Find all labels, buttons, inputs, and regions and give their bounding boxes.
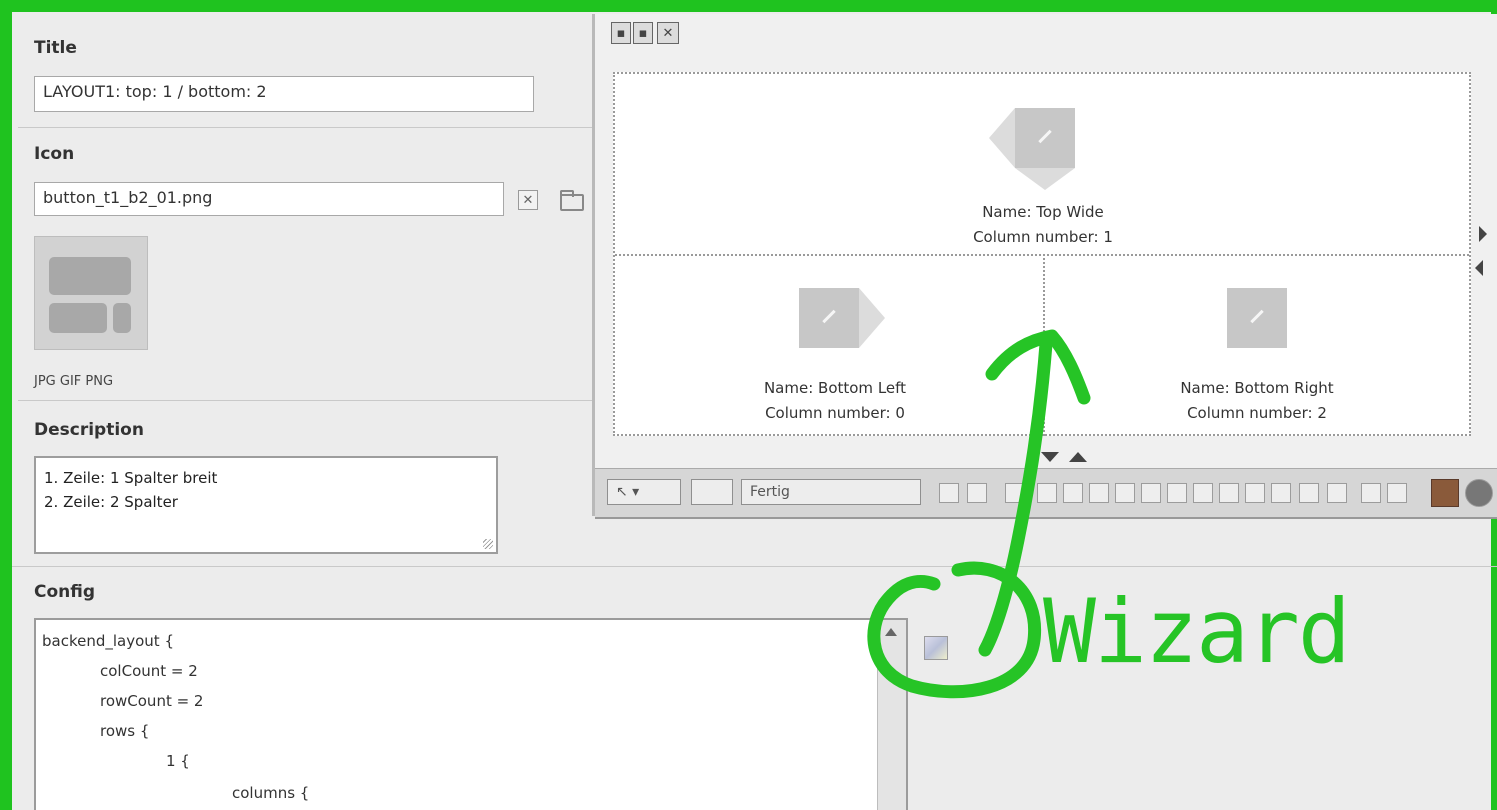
toolbar-icon[interactable] [1193, 483, 1213, 503]
icon-preview-image [34, 236, 148, 350]
toolbar-icon[interactable] [1219, 483, 1239, 503]
toolbar-icon[interactable] [1271, 483, 1291, 503]
cell-column-number: Column number: 1 [973, 228, 1113, 246]
new-page-icon[interactable] [1005, 483, 1025, 503]
toolbar-icon[interactable] [1327, 483, 1347, 503]
toolbar-icon[interactable] [1063, 483, 1083, 503]
grid-wizard-window: ▪ ▪ ✕ Name: Top Wide Column number: 1 Na… [592, 14, 1497, 519]
edit-top-cell-pencil-icon[interactable] [989, 108, 1075, 190]
divider [18, 400, 596, 401]
toolbar-icon[interactable] [1141, 483, 1161, 503]
config-line: 1 { [166, 752, 190, 770]
description-line: 2. Zeile: 2 Spalter [44, 493, 178, 511]
browser-status-toolbar: ↖ ▾ Fertig [595, 468, 1497, 519]
cell-column-number: Column number: 2 [1187, 404, 1327, 422]
toolbar-icon[interactable] [1299, 483, 1319, 503]
toolbar-icon[interactable] [1361, 483, 1381, 503]
clear-icon[interactable]: ✕ [518, 190, 538, 210]
cell-name: Name: Top Wide [982, 203, 1104, 221]
title-input[interactable]: LAYOUT1: top: 1 / bottom: 2 [34, 76, 534, 112]
toolbar-icon[interactable] [967, 483, 987, 503]
toolbar-icon[interactable] [1245, 483, 1265, 503]
config-line: rows { [100, 722, 150, 740]
layout-grid-canvas: Name: Top Wide Column number: 1 Name: Bo… [613, 72, 1471, 436]
add-row-arrow-icon[interactable] [1041, 452, 1059, 462]
resize-grip-icon[interactable] [483, 539, 493, 549]
allowed-formats-text: JPG GIF PNG [34, 374, 114, 389]
edit-bottom-right-pencil-icon[interactable] [1227, 288, 1287, 348]
description-label: Description [34, 420, 144, 440]
wizard-icon[interactable] [924, 636, 948, 660]
status-text: Fertig [741, 479, 921, 505]
save-close-icon[interactable]: ▪ [633, 22, 653, 44]
toolbar-icon[interactable] [1115, 483, 1135, 503]
remove-column-arrow-icon[interactable] [1475, 260, 1483, 276]
description-line: 1. Zeile: 1 Spalter breit [44, 469, 218, 487]
config-line: columns { [232, 784, 310, 802]
cursor-dropdown[interactable]: ↖ ▾ [607, 479, 681, 505]
wizard-annotation-text: Wizard [1043, 580, 1351, 683]
config-textarea[interactable]: backend_layout { colCount = 2 rowCount =… [34, 618, 908, 810]
icon-filename-input[interactable]: button_t1_b2_01.png [34, 182, 504, 216]
remove-row-arrow-icon[interactable] [1069, 452, 1087, 462]
record-form: Title LAYOUT1: top: 1 / bottom: 2 Icon b… [18, 12, 596, 564]
divider [18, 127, 596, 128]
config-line: colCount = 2 [100, 662, 198, 680]
config-line: rowCount = 2 [100, 692, 204, 710]
cell-name: Name: Bottom Right [1180, 379, 1334, 397]
bottom-right-cell-info: Name: Bottom Right Column number: 2 [1095, 376, 1419, 426]
toolbar-icon[interactable] [1167, 483, 1187, 503]
icon-label: Icon [34, 144, 75, 164]
addon-icon[interactable] [1465, 479, 1493, 507]
toolbar-icon[interactable] [939, 483, 959, 503]
toolbar-icon[interactable] [1037, 483, 1057, 503]
close-icon[interactable]: ✕ [657, 22, 679, 44]
toolbar-icon[interactable] [1387, 483, 1407, 503]
cell-name: Name: Bottom Left [763, 379, 907, 397]
top-cell-info: Name: Top Wide Column number: 1 [843, 200, 1243, 250]
cell-column-number: Column number: 0 [765, 404, 905, 422]
folder-icon[interactable] [560, 190, 584, 211]
column-divider [1043, 254, 1045, 436]
screen-icon[interactable] [691, 479, 733, 505]
addon-icon[interactable] [1431, 479, 1459, 507]
toolbar-icon[interactable] [1089, 483, 1109, 503]
edit-bottom-left-pencil-icon[interactable] [799, 288, 885, 348]
config-label: Config [34, 582, 96, 602]
config-line: backend_layout { [42, 632, 174, 650]
row-divider [615, 254, 1469, 256]
divider [12, 566, 1497, 567]
config-scrollbar[interactable] [877, 620, 906, 810]
add-column-arrow-icon[interactable] [1479, 226, 1487, 242]
title-label: Title [34, 38, 77, 58]
scroll-up-arrow-icon[interactable] [885, 628, 897, 636]
bottom-left-cell-info: Name: Bottom Left Column number: 0 [675, 376, 995, 426]
description-textarea[interactable]: 1. Zeile: 1 Spalter breit 2. Zeile: 2 Sp… [34, 456, 498, 554]
save-icon[interactable]: ▪ [611, 22, 631, 44]
